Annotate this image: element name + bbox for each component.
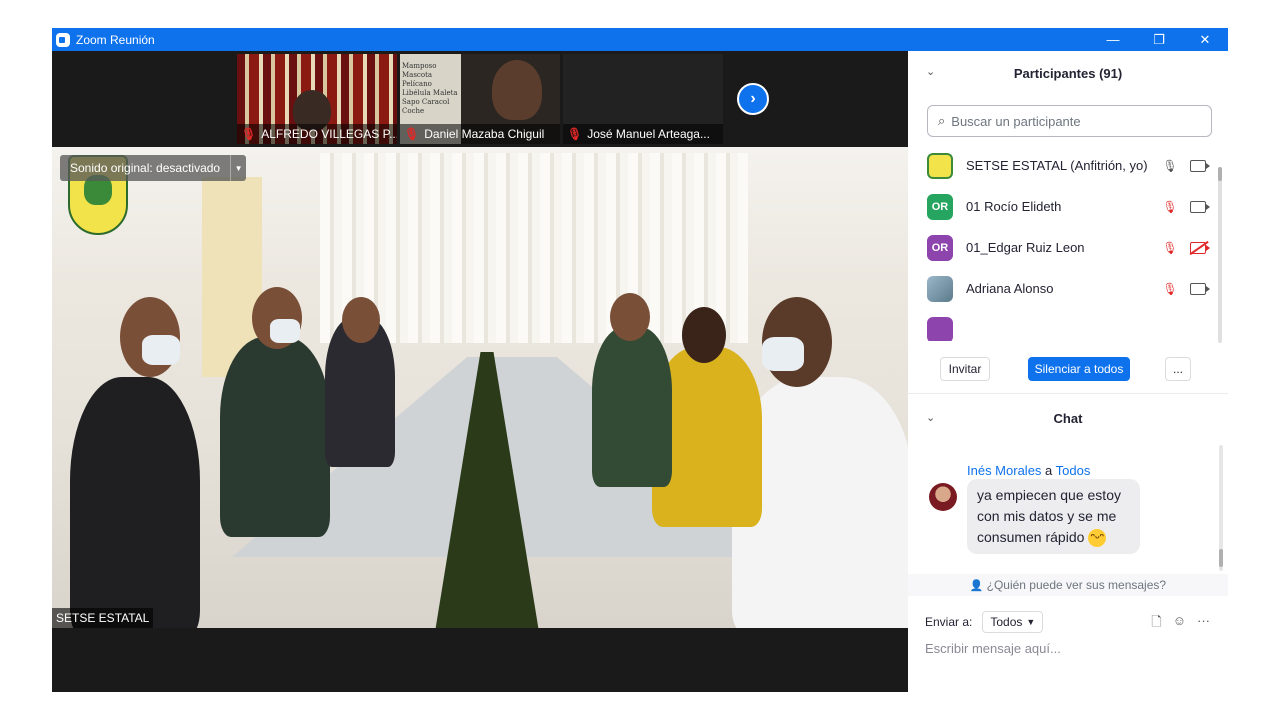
- chevron-right-icon: ›: [750, 90, 756, 107]
- mic-muted-icon[interactable]: 🎙: [1162, 282, 1177, 296]
- chat-title: Chat: [1053, 410, 1083, 426]
- chat-header: ⌄ Chat: [908, 403, 1228, 433]
- close-button[interactable]: ✕: [1182, 28, 1228, 51]
- participant-row[interactable]: OR 01_Edgar Ruiz Leon 🎙: [908, 227, 1220, 268]
- thumbnail-label: 🎙 Daniel Mazaba Chiguil: [400, 124, 560, 144]
- participant-avatar: [927, 152, 953, 179]
- chevron-down-icon: ▼: [1026, 617, 1036, 627]
- video-camera-icon[interactable]: [1190, 282, 1210, 295]
- video-thumbnail[interactable]: 🎙 José Manuel Arteaga...: [563, 54, 723, 144]
- thumbnail-name: Daniel Mazaba Chiguil: [424, 127, 545, 141]
- send-to-bar: Enviar a: Todos ▼ 🗋 ☺ ···: [908, 609, 1228, 635]
- speaker-name-tag: SETSE ESTATAL: [52, 608, 154, 628]
- message-to-word: a: [1045, 463, 1053, 478]
- participants-list: SETSE ESTATAL (Anfitrión, yo) 🎙 OR 01 Ro…: [908, 145, 1220, 341]
- restore-button[interactable]: ❐: [1136, 28, 1182, 51]
- participant-row[interactable]: OR 01 Rocío Elideth 🎙: [908, 186, 1220, 227]
- participant-avatar: OR: [927, 193, 953, 220]
- video-thumbnail[interactable]: Mamposo Mascota Pelícano Libélula Maleta…: [400, 54, 560, 144]
- video-camera-icon[interactable]: [1190, 200, 1210, 213]
- mic-muted-icon: 🎙: [241, 127, 257, 141]
- mic-muted-icon: 🎙: [567, 127, 583, 141]
- chat-messages: Inés Morales a Todos ya empiecen que est…: [908, 447, 1220, 571]
- next-page-button[interactable]: ›: [737, 83, 769, 115]
- attendees-right: [592, 257, 908, 628]
- message-recipient: Todos: [1055, 463, 1091, 478]
- chat-scrollbar[interactable]: [1219, 445, 1223, 571]
- file-icon[interactable]: 🗋: [1151, 613, 1161, 635]
- sender-avatar: [929, 483, 957, 511]
- original-sound-toggle[interactable]: Sonido original: desactivado ▼: [60, 155, 247, 181]
- search-placeholder: Buscar un participante: [951, 113, 1081, 129]
- mic-muted-icon[interactable]: 🎙: [1162, 200, 1177, 214]
- thumbnail-name: José Manuel Arteaga...: [587, 127, 710, 141]
- participant-search-input[interactable]: ⌕ Buscar un participante: [927, 105, 1212, 137]
- who-can-see-link[interactable]: 👤 ¿Quién puede ver sus mensajes?: [908, 574, 1228, 596]
- video-thumbnail[interactable]: 🎙 ALFREDO VILLEGAS P...: [237, 54, 397, 144]
- send-to-label: Enviar a:: [925, 615, 973, 629]
- window-title: Zoom Reunión: [76, 32, 155, 47]
- title-bar: Zoom Reunión — ❐ ✕: [52, 28, 1228, 51]
- whiteboard-notes: Mamposo Mascota Pelícano Libélula Maleta…: [402, 62, 458, 115]
- thumbnail-label: 🎙 José Manuel Arteaga...: [563, 124, 723, 144]
- zoom-app-icon: [56, 32, 70, 47]
- more-icon[interactable]: ···: [1197, 613, 1210, 635]
- active-speaker-video[interactable]: Sonido original: desactivado ▼ SETSE EST…: [52, 147, 908, 628]
- minimize-button[interactable]: —: [1090, 28, 1136, 51]
- participants-title: Participantes (91): [1013, 65, 1123, 81]
- video-camera-icon[interactable]: [1190, 159, 1210, 172]
- participant-row[interactable]: [908, 309, 1220, 341]
- attendees-left: [70, 257, 395, 628]
- collapse-chat-icon[interactable]: ⌄: [926, 411, 938, 424]
- participants-actions: Invitar Silenciar a todos ...: [908, 355, 1228, 383]
- participant-avatar: [927, 275, 953, 302]
- message-sender: Inés Morales a Todos: [967, 463, 1090, 478]
- mic-icon[interactable]: 🎙: [1162, 159, 1177, 173]
- mic-muted-icon: 🎙: [404, 127, 420, 141]
- grinning-sweat-emoji-icon: ᵔᵕᵔ: [1088, 529, 1107, 548]
- participant-video: [492, 60, 542, 120]
- chat-compose-input[interactable]: Escribir mensaje aquí...: [925, 641, 1215, 661]
- collapse-participants-icon[interactable]: ⌄: [926, 65, 938, 78]
- participants-scrollbar[interactable]: [1218, 167, 1222, 343]
- video-area: 🎙 ALFREDO VILLEGAS P... Mamposo Mascota …: [52, 51, 908, 692]
- participant-avatar: OR: [927, 234, 953, 261]
- panel-divider: [908, 393, 1228, 394]
- who-can-see-text: ¿Quién puede ver sus mensajes?: [986, 578, 1167, 592]
- invite-button[interactable]: Invitar: [940, 357, 990, 381]
- person-eye-icon: 👤: [969, 579, 984, 592]
- chevron-down-icon[interactable]: ▼: [230, 155, 246, 181]
- participant-avatar: [927, 316, 953, 341]
- original-sound-label: Sonido original: desactivado: [70, 161, 221, 175]
- sender-name: Inés Morales: [967, 463, 1042, 478]
- gallery-strip: 🎙 ALFREDO VILLEGAS P... Mamposo Mascota …: [52, 51, 908, 147]
- mic-muted-icon[interactable]: 🎙: [1162, 241, 1177, 255]
- participant-row[interactable]: Adriana Alonso 🎙: [908, 268, 1220, 309]
- zoom-window: Zoom Reunión — ❐ ✕ 🎙 ALFREDO VILLEGAS P.…: [52, 28, 1228, 692]
- side-panel: ⌄ Participantes (91) ⌕ Buscar un partici…: [908, 51, 1228, 692]
- emoji-icon[interactable]: ☺: [1173, 613, 1186, 635]
- search-icon: ⌕: [938, 113, 946, 128]
- thumbnail-label: 🎙 ALFREDO VILLEGAS P...: [237, 124, 397, 144]
- send-to-value: Todos: [990, 615, 1023, 629]
- participant-row[interactable]: SETSE ESTATAL (Anfitrión, yo) 🎙: [908, 145, 1220, 186]
- participants-header: ⌄ Participantes (91): [908, 51, 1228, 95]
- thumbnail-name: ALFREDO VILLEGAS P...: [261, 127, 397, 141]
- video-off-icon[interactable]: [1190, 241, 1210, 254]
- mute-all-button[interactable]: Silenciar a todos: [1028, 357, 1130, 381]
- chat-message-bubble: ya empiecen que estoy con mis datos y se…: [967, 479, 1140, 554]
- send-to-select[interactable]: Todos ▼: [982, 611, 1044, 633]
- more-options-button[interactable]: ...: [1165, 357, 1191, 381]
